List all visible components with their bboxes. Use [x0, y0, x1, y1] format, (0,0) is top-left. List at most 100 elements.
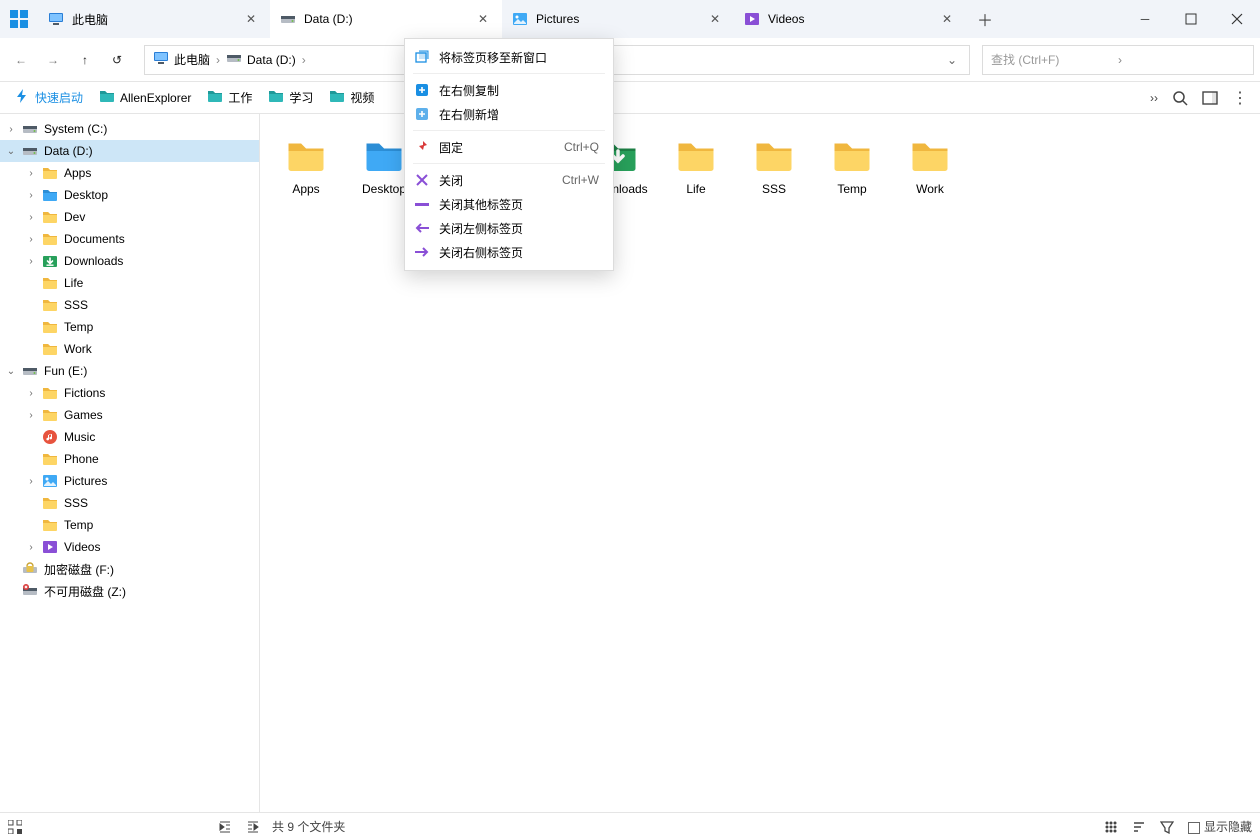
- menu-item[interactable]: 在右侧新增: [405, 102, 613, 126]
- tree-node[interactable]: › Desktop: [0, 184, 259, 206]
- folder-icon: [42, 319, 58, 335]
- tab-2[interactable]: Pictures ✕: [502, 0, 734, 38]
- menu-item[interactable]: 关闭 Ctrl+W: [405, 168, 613, 192]
- nav-up[interactable]: ↑: [70, 45, 100, 75]
- bookmark-item[interactable]: AllenExplorer: [91, 85, 199, 111]
- panel-icon[interactable]: [1202, 90, 1218, 106]
- window-maximize[interactable]: [1168, 0, 1214, 38]
- nav-refresh[interactable]: ↺: [102, 45, 132, 75]
- close-icon[interactable]: ✕: [243, 11, 259, 27]
- tree-node[interactable]: 不可用磁盘 (Z:): [0, 580, 259, 602]
- file-item[interactable]: Apps: [278, 136, 334, 196]
- tree-node[interactable]: › Downloads: [0, 250, 259, 272]
- expand-icon[interactable]: ›: [24, 234, 38, 245]
- tree-node[interactable]: ⌄ Data (D:): [0, 140, 259, 162]
- tree-node[interactable]: › Dev: [0, 206, 259, 228]
- folder-icon: [751, 136, 797, 176]
- window-minimize[interactable]: ─: [1122, 0, 1168, 38]
- tab-0[interactable]: 此电脑 ✕: [38, 0, 270, 38]
- search-input[interactable]: 查找 (Ctrl+F) ›: [982, 45, 1254, 75]
- drive-icon: [280, 11, 296, 27]
- tree-node[interactable]: › Fictions: [0, 382, 259, 404]
- expand-icon[interactable]: ⌄: [4, 146, 18, 157]
- nav-forward[interactable]: →: [38, 45, 68, 75]
- folder-b-icon: [42, 187, 58, 203]
- tree-node[interactable]: Temp: [0, 316, 259, 338]
- show-hidden-toggle[interactable]: 显示隐藏: [1188, 818, 1252, 835]
- menu-item[interactable]: 关闭其他标签页: [405, 192, 613, 216]
- new-tab-button[interactable]: ＋: [966, 0, 1004, 38]
- monitor-icon: [48, 11, 64, 27]
- file-item[interactable]: Temp: [824, 136, 880, 196]
- al-icon: [415, 221, 429, 235]
- file-item[interactable]: Life: [668, 136, 724, 196]
- menu-item[interactable]: 将标签页移至新窗口: [405, 45, 613, 69]
- view-grid-icon[interactable]: [1104, 820, 1118, 834]
- breadcrumb-item[interactable]: 此电脑: [149, 46, 214, 74]
- file-item[interactable]: Work: [902, 136, 958, 196]
- more-icon[interactable]: ⋮: [1232, 88, 1248, 108]
- file-item[interactable]: SSS: [746, 136, 802, 196]
- sort-icon[interactable]: [1132, 820, 1146, 834]
- expand-icon[interactable]: ›: [24, 388, 38, 399]
- bookmark-item[interactable]: 视频: [321, 85, 382, 111]
- search-icon[interactable]: [1172, 90, 1188, 106]
- bookmark-item[interactable]: 学习: [260, 85, 321, 111]
- folder-t-icon: [268, 88, 284, 107]
- window-close[interactable]: [1214, 0, 1260, 38]
- expand-icon[interactable]: ›: [24, 542, 38, 553]
- tree-node[interactable]: Work: [0, 338, 259, 360]
- expand-icon[interactable]: ›: [4, 124, 18, 135]
- tree-node[interactable]: › Pictures: [0, 470, 259, 492]
- indent-right-icon[interactable]: [246, 820, 260, 834]
- indent-left-icon[interactable]: [218, 820, 232, 834]
- tree-node[interactable]: SSS: [0, 294, 259, 316]
- tree-node[interactable]: › Documents: [0, 228, 259, 250]
- tree-node[interactable]: Music: [0, 426, 259, 448]
- menu-item[interactable]: 关闭左侧标签页: [405, 216, 613, 240]
- download-icon: [42, 253, 58, 269]
- close-icon[interactable]: ✕: [707, 11, 723, 27]
- bolt-icon: [14, 88, 30, 107]
- menu-item[interactable]: 固定 Ctrl+Q: [405, 135, 613, 159]
- tab-1[interactable]: Data (D:) ✕: [270, 0, 502, 38]
- menu-item[interactable]: 在右侧复制: [405, 78, 613, 102]
- menu-separator: [413, 130, 605, 131]
- qr-icon[interactable]: [8, 820, 22, 834]
- expand-icon[interactable]: ›: [24, 168, 38, 179]
- close-icon[interactable]: ✕: [475, 11, 491, 27]
- expand-icon[interactable]: ›: [24, 190, 38, 201]
- tree-node[interactable]: 加密磁盘 (F:): [0, 558, 259, 580]
- tab-3[interactable]: Videos ✕: [734, 0, 966, 38]
- breadcrumb-dropdown[interactable]: ⌄: [939, 53, 965, 67]
- bookmark-item[interactable]: 工作: [199, 85, 260, 111]
- dupr-icon: [415, 83, 429, 97]
- breadcrumb-item[interactable]: Data (D:): [222, 46, 300, 74]
- filter-icon[interactable]: [1160, 820, 1174, 834]
- tree-node[interactable]: Temp: [0, 514, 259, 536]
- tree-node[interactable]: SSS: [0, 492, 259, 514]
- expand-icon[interactable]: ›: [24, 410, 38, 421]
- tree-node[interactable]: › Games: [0, 404, 259, 426]
- folder-icon: [829, 136, 875, 176]
- overflow-icon[interactable]: ››: [1150, 91, 1158, 105]
- expand-icon[interactable]: ⌄: [4, 366, 18, 377]
- expand-icon[interactable]: ›: [24, 256, 38, 267]
- folder-icon: [42, 231, 58, 247]
- tree-node[interactable]: › Apps: [0, 162, 259, 184]
- tree-node[interactable]: Life: [0, 272, 259, 294]
- close-icon[interactable]: ✕: [939, 11, 955, 27]
- tree-node[interactable]: Phone: [0, 448, 259, 470]
- expand-icon[interactable]: ›: [24, 476, 38, 487]
- folder-tree[interactable]: › System (C:) ⌄ Data (D:) › Apps › Deskt…: [0, 114, 260, 812]
- tree-node[interactable]: › System (C:): [0, 118, 259, 140]
- start-button[interactable]: [0, 0, 38, 38]
- bookmark-item[interactable]: 快速启动: [6, 85, 91, 111]
- tree-node[interactable]: ⌄ Fun (E:): [0, 360, 259, 382]
- status-text: 共 9 个文件夹: [272, 818, 345, 835]
- expand-icon[interactable]: ›: [24, 212, 38, 223]
- tree-node[interactable]: › Videos: [0, 536, 259, 558]
- nav-back[interactable]: ←: [6, 45, 36, 75]
- menu-item[interactable]: 关闭右侧标签页: [405, 240, 613, 264]
- dash-icon: [415, 197, 429, 211]
